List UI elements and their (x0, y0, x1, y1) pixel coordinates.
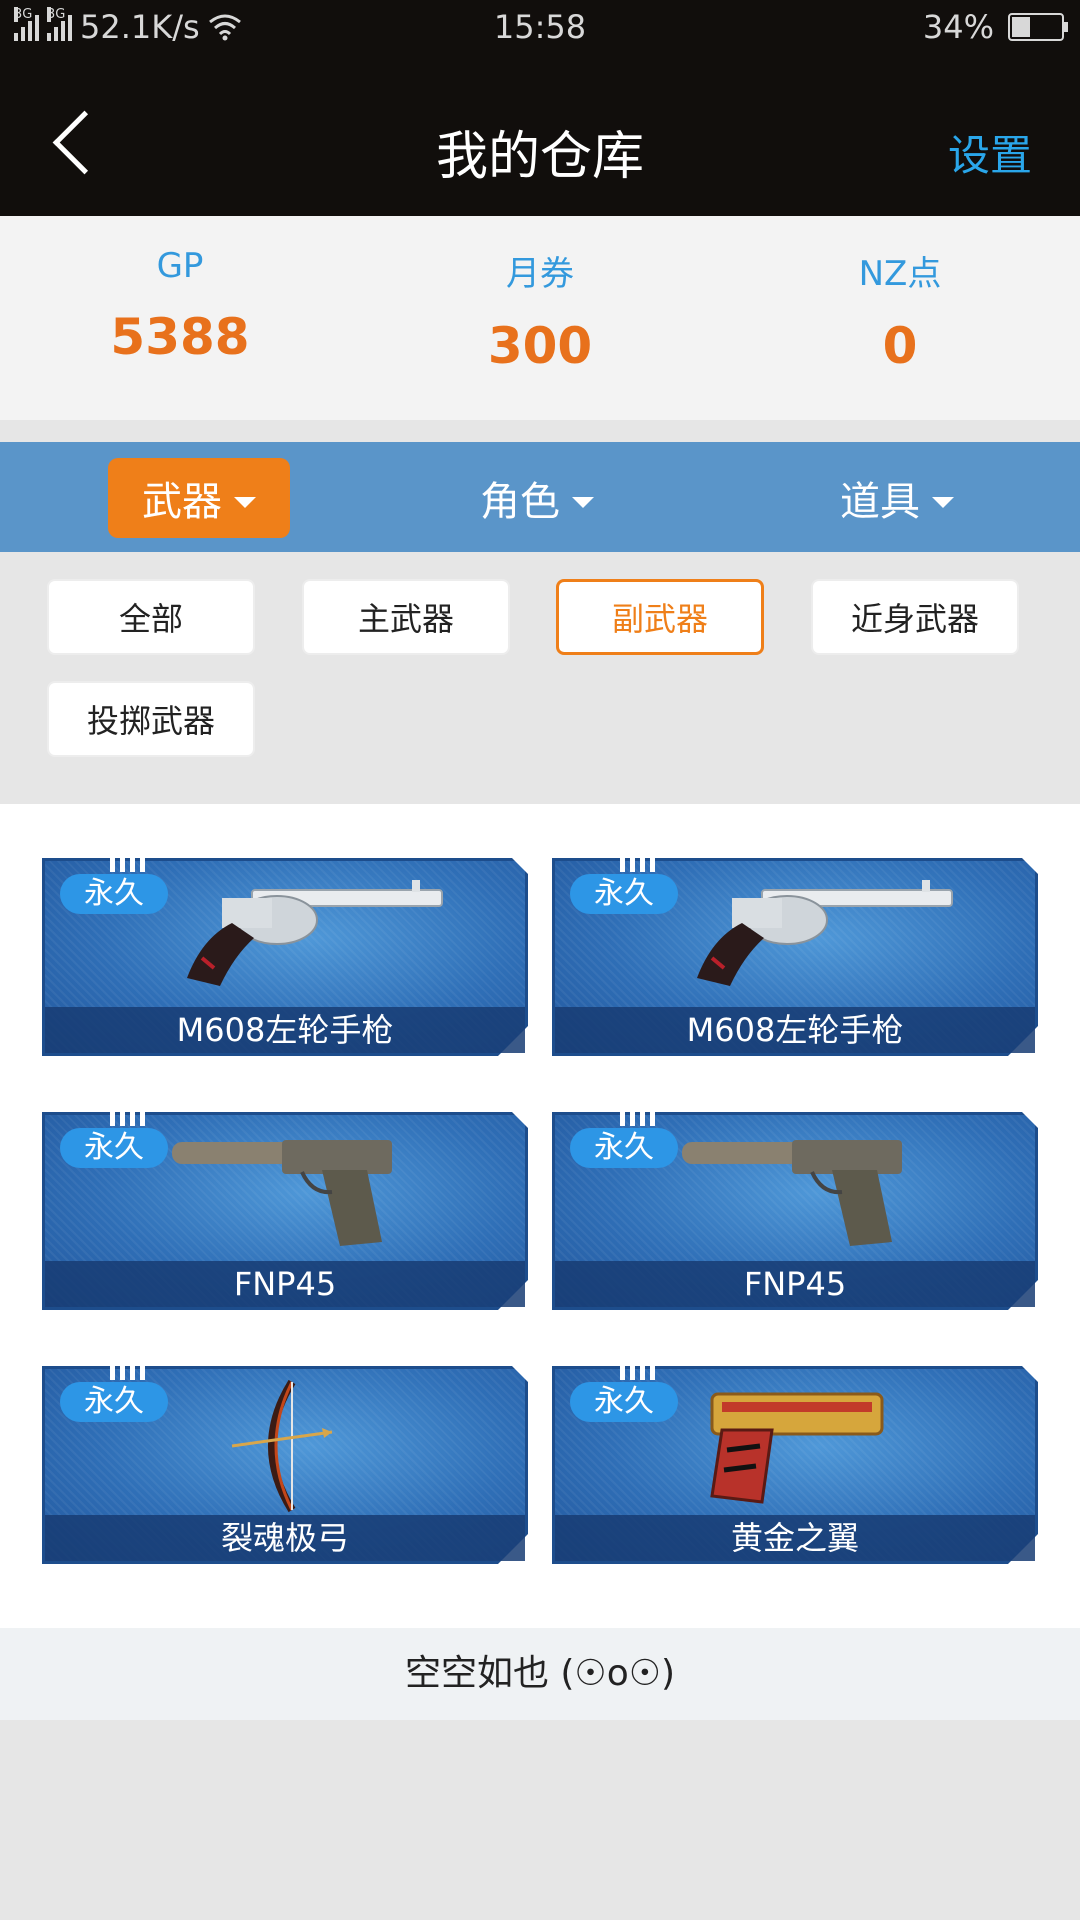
currency-label: 月券 (506, 254, 574, 294)
page-title: 我的仓库 (435, 127, 644, 187)
category-label: 角色 (480, 479, 560, 525)
item-name: 黄金之翼 (555, 1515, 1035, 1561)
item-card[interactable]: 永久 M608左轮手枪 (552, 856, 1038, 1056)
currency-value: 300 (487, 317, 593, 375)
item-card[interactable]: 永久 裂魂极弓 (42, 1364, 528, 1564)
currency-summary: GP 5388 月券 300 NZ点 0 (0, 216, 1080, 420)
permanent-badge: 永久 (60, 1382, 168, 1422)
item-card[interactable]: 永久 M608左轮手枪 (42, 856, 528, 1056)
item-name: 裂魂极弓 (45, 1515, 525, 1561)
permanent-badge: 永久 (570, 874, 678, 914)
revolver-icon (187, 880, 443, 986)
weapon-filter-panel: 全部 主武器 副武器 近身武器 投掷武器 (0, 552, 1080, 804)
currency-nz: NZ点 0 (720, 216, 1080, 420)
item-card[interactable]: 永久 FNP45 (42, 1110, 528, 1310)
status-bar: 3G 3G 52.1K/s 15:58 34% (0, 0, 1080, 56)
pistol-silencer-icon (172, 1140, 392, 1246)
clock: 15:58 (493, 8, 587, 46)
chevron-down-icon (572, 496, 594, 508)
category-weapons[interactable]: 武器 (108, 458, 290, 538)
item-card[interactable]: 永久 黄金之翼 (552, 1364, 1038, 1564)
battery-icon (1008, 13, 1068, 41)
permanent-badge: 永久 (60, 874, 168, 914)
revolver-icon (697, 880, 953, 986)
filter-secondary[interactable]: 副武器 (556, 579, 764, 655)
permanent-badge: 永久 (60, 1128, 168, 1168)
currency-gp: GP 5388 (0, 216, 360, 420)
item-name: M608左轮手枪 (555, 1007, 1035, 1053)
currency-label: GP (156, 246, 204, 286)
category-bar: 武器 角色 道具 (0, 442, 1080, 552)
battery-percent: 34% (922, 8, 994, 46)
bow-icon (231, 1379, 333, 1513)
chevron-down-icon (932, 496, 954, 508)
item-name: FNP45 (555, 1261, 1035, 1307)
item-card[interactable]: 永久 FNP45 (552, 1110, 1038, 1310)
title-bar: 我的仓库 设置 (0, 56, 1080, 216)
permanent-badge: 永久 (570, 1382, 678, 1422)
category-characters[interactable]: 角色 (446, 458, 628, 538)
filter-all[interactable]: 全部 (47, 579, 255, 655)
chevron-down-icon (234, 496, 256, 508)
filter-primary[interactable]: 主武器 (302, 579, 510, 655)
currency-voucher: 月券 300 (360, 216, 720, 420)
item-name: M608左轮手枪 (45, 1007, 525, 1053)
permanent-badge: 永久 (570, 1128, 678, 1168)
item-grid: 永久 M608左轮手枪 永久 M608左轮手枪 永久 FNP45 永久 FNP4… (0, 804, 1080, 1628)
filter-throwing[interactable]: 投掷武器 (47, 681, 255, 757)
settings-button[interactable]: 设置 (948, 122, 1032, 183)
category-label: 武器 (142, 479, 222, 525)
pistol-silencer-icon (682, 1140, 902, 1246)
category-label: 道具 (840, 479, 920, 525)
currency-value: 0 (882, 317, 918, 375)
filter-melee[interactable]: 近身武器 (811, 579, 1019, 655)
empty-state-text: 空空如也 (☉o☉) (0, 1628, 1080, 1720)
gold-pistol-icon (710, 1392, 884, 1504)
item-name: FNP45 (45, 1261, 525, 1307)
currency-label: NZ点 (858, 254, 942, 294)
category-props[interactable]: 道具 (806, 458, 988, 538)
currency-value: 5388 (110, 308, 250, 366)
